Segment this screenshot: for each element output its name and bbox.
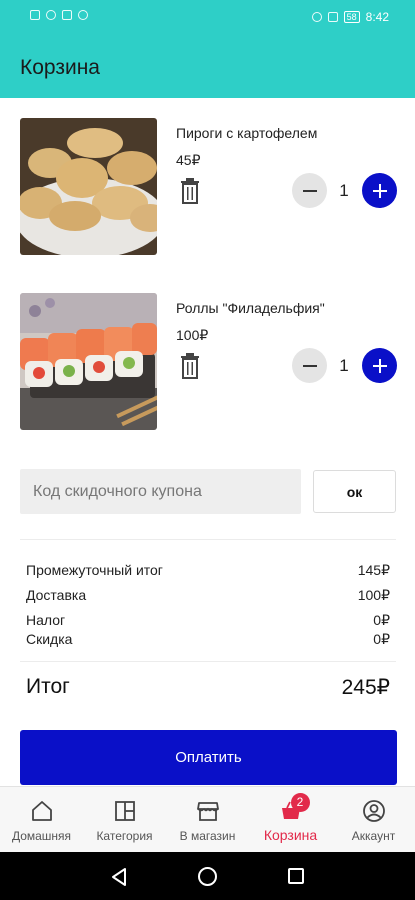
increase-quantity-button[interactable] [362, 173, 397, 208]
product-price: 100₽ [176, 327, 209, 343]
decrease-quantity-button[interactable] [292, 173, 327, 208]
nav-item-cart[interactable]: 2 Корзина [249, 787, 332, 853]
status-icons-right: 58 8:42 [311, 10, 389, 24]
tax-label: Налог [26, 612, 66, 628]
minus-icon [302, 189, 317, 192]
product-image[interactable] [20, 118, 157, 255]
nav-item-store[interactable]: В магазин [166, 787, 249, 853]
signal-icon [30, 10, 40, 20]
total-value: 245₽ [341, 676, 390, 699]
divider [20, 539, 396, 540]
increase-quantity-button[interactable] [362, 348, 397, 383]
bottom-navigation: Домашняя Категория В магазин 2 Корзина А… [0, 786, 415, 852]
product-image[interactable] [20, 293, 157, 430]
home-icon [31, 801, 52, 821]
tax-value: 0₽ [373, 612, 390, 628]
total-label: Итог [26, 675, 70, 698]
battery-level: 58 [343, 11, 360, 23]
minus-icon [302, 364, 317, 367]
status-bar: 58 8:42 [0, 0, 415, 34]
nav-label: Категория [96, 829, 153, 843]
divider [20, 661, 396, 662]
sim-icon [62, 10, 72, 20]
quantity-value: 1 [339, 356, 349, 375]
alarm-icon [311, 12, 322, 22]
nav-label: Домашняя [11, 829, 72, 843]
rolls-image [20, 293, 157, 430]
status-time: 8:42 [365, 10, 389, 24]
pies-image [20, 118, 157, 255]
system-navigation-bar [0, 852, 415, 900]
quantity-value: 1 [339, 181, 349, 200]
nav-item-category[interactable]: Категория [83, 787, 166, 853]
product-price: 45₽ [176, 152, 201, 168]
pay-button[interactable]: Оплатить [20, 730, 397, 785]
cart-count-badge: 2 [290, 793, 310, 812]
product-name: Пироги с картофелем [176, 125, 318, 141]
category-icon [114, 801, 135, 821]
back-icon[interactable] [110, 867, 128, 887]
delete-icon[interactable] [180, 353, 200, 379]
wifi-icon [46, 10, 56, 20]
nav-item-home[interactable]: Домашняя [0, 787, 83, 853]
page-title: Корзина [20, 56, 100, 79]
coupon-input[interactable] [20, 469, 301, 514]
nav-label: Аккаунт [351, 829, 396, 843]
recent-apps-icon[interactable] [288, 868, 304, 884]
whatsapp-icon [78, 10, 88, 20]
product-name: Роллы "Филадельфия" [176, 300, 325, 316]
cart-item: Роллы "Филадельфия" 100₽ 1 [0, 293, 415, 433]
cart-item: Пироги с картофелем 45₽ 1 [0, 118, 415, 258]
decrease-quantity-button[interactable] [292, 348, 327, 383]
discount-label: Скидка [26, 631, 73, 647]
apply-coupon-button[interactable]: ок [313, 470, 396, 513]
account-icon [362, 800, 385, 822]
nav-label: Корзина [263, 827, 318, 843]
subtotal-label: Промежуточный итог [26, 562, 163, 578]
store-icon [196, 802, 219, 821]
bluetooth-icon [327, 12, 338, 22]
discount-value: 0₽ [373, 631, 390, 647]
nav-label: В магазин [179, 829, 236, 843]
nav-item-account[interactable]: Аккаунт [332, 787, 415, 853]
status-icons-left [30, 10, 88, 20]
delivery-value: 100₽ [357, 587, 390, 603]
subtotal-value: 145₽ [357, 562, 390, 578]
delete-icon[interactable] [180, 178, 200, 204]
app-bar: Корзина [0, 34, 415, 98]
delivery-label: Доставка [26, 587, 87, 603]
home-button-icon[interactable] [198, 867, 217, 886]
